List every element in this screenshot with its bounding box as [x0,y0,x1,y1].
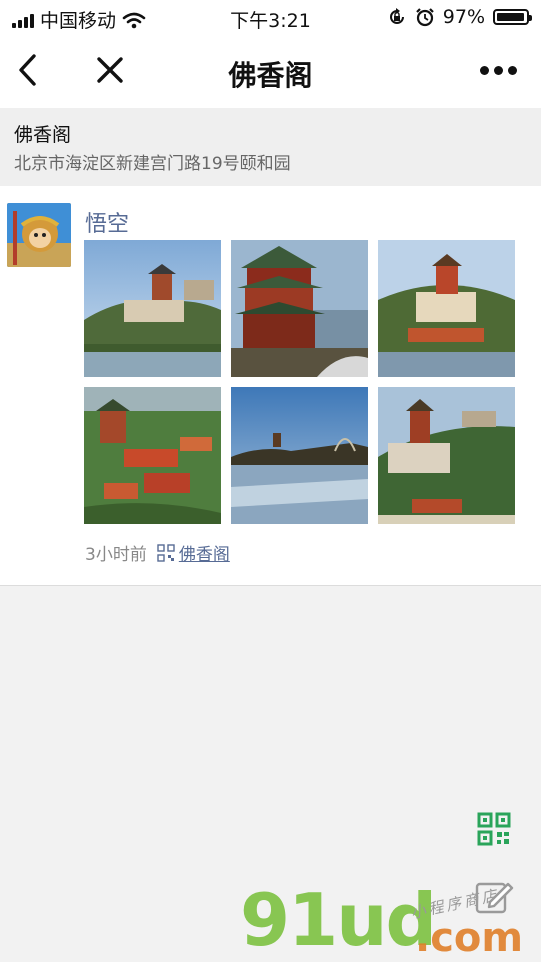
photo-aerial-view[interactable] [84,387,221,524]
page-title: 佛香阁 [228,59,313,92]
post-meta: 3小时前 佛香阁 [85,540,230,565]
rotation-lock-icon [389,8,404,24]
post-time: 3小时前 [85,545,147,565]
photo-tower-lakeside[interactable] [84,240,221,377]
status-bar: 中国移动 下午3:21 97% [0,0,541,36]
avatar[interactable] [7,203,71,267]
location-name: 佛香阁 [14,124,72,146]
battery-icon [493,9,532,25]
place-link-label: 佛香阁 [178,545,230,565]
more-icon[interactable] [480,66,517,75]
location-header[interactable]: 佛香阁 北京市海淀区新建宫门路19号颐和园 [0,108,541,186]
photo-hill-complex[interactable] [378,240,515,377]
mini-program-icon [157,543,175,562]
watermark-brand: 91ud [240,878,437,962]
watermark-suffix: .com [415,915,524,961]
post-author[interactable]: 悟空 [85,206,129,238]
post-card: 悟空 3小时前 佛香阁 [0,186,541,586]
alarm-icon [415,8,434,27]
photo-pavilion-closeup[interactable] [231,240,368,377]
photo-frozen-lake[interactable] [231,387,368,524]
photo-hill-tower[interactable] [378,387,515,524]
location-address: 北京市海淀区新建宫门路19号颐和园 [14,154,291,174]
nav-bar: 佛香阁 [0,36,541,108]
qr-code-icon[interactable] [477,812,511,846]
place-link[interactable]: 佛香阁 [157,540,230,565]
photo-grid [84,240,516,524]
edit-icon[interactable] [474,876,514,916]
battery-percent: 97% [442,6,485,28]
